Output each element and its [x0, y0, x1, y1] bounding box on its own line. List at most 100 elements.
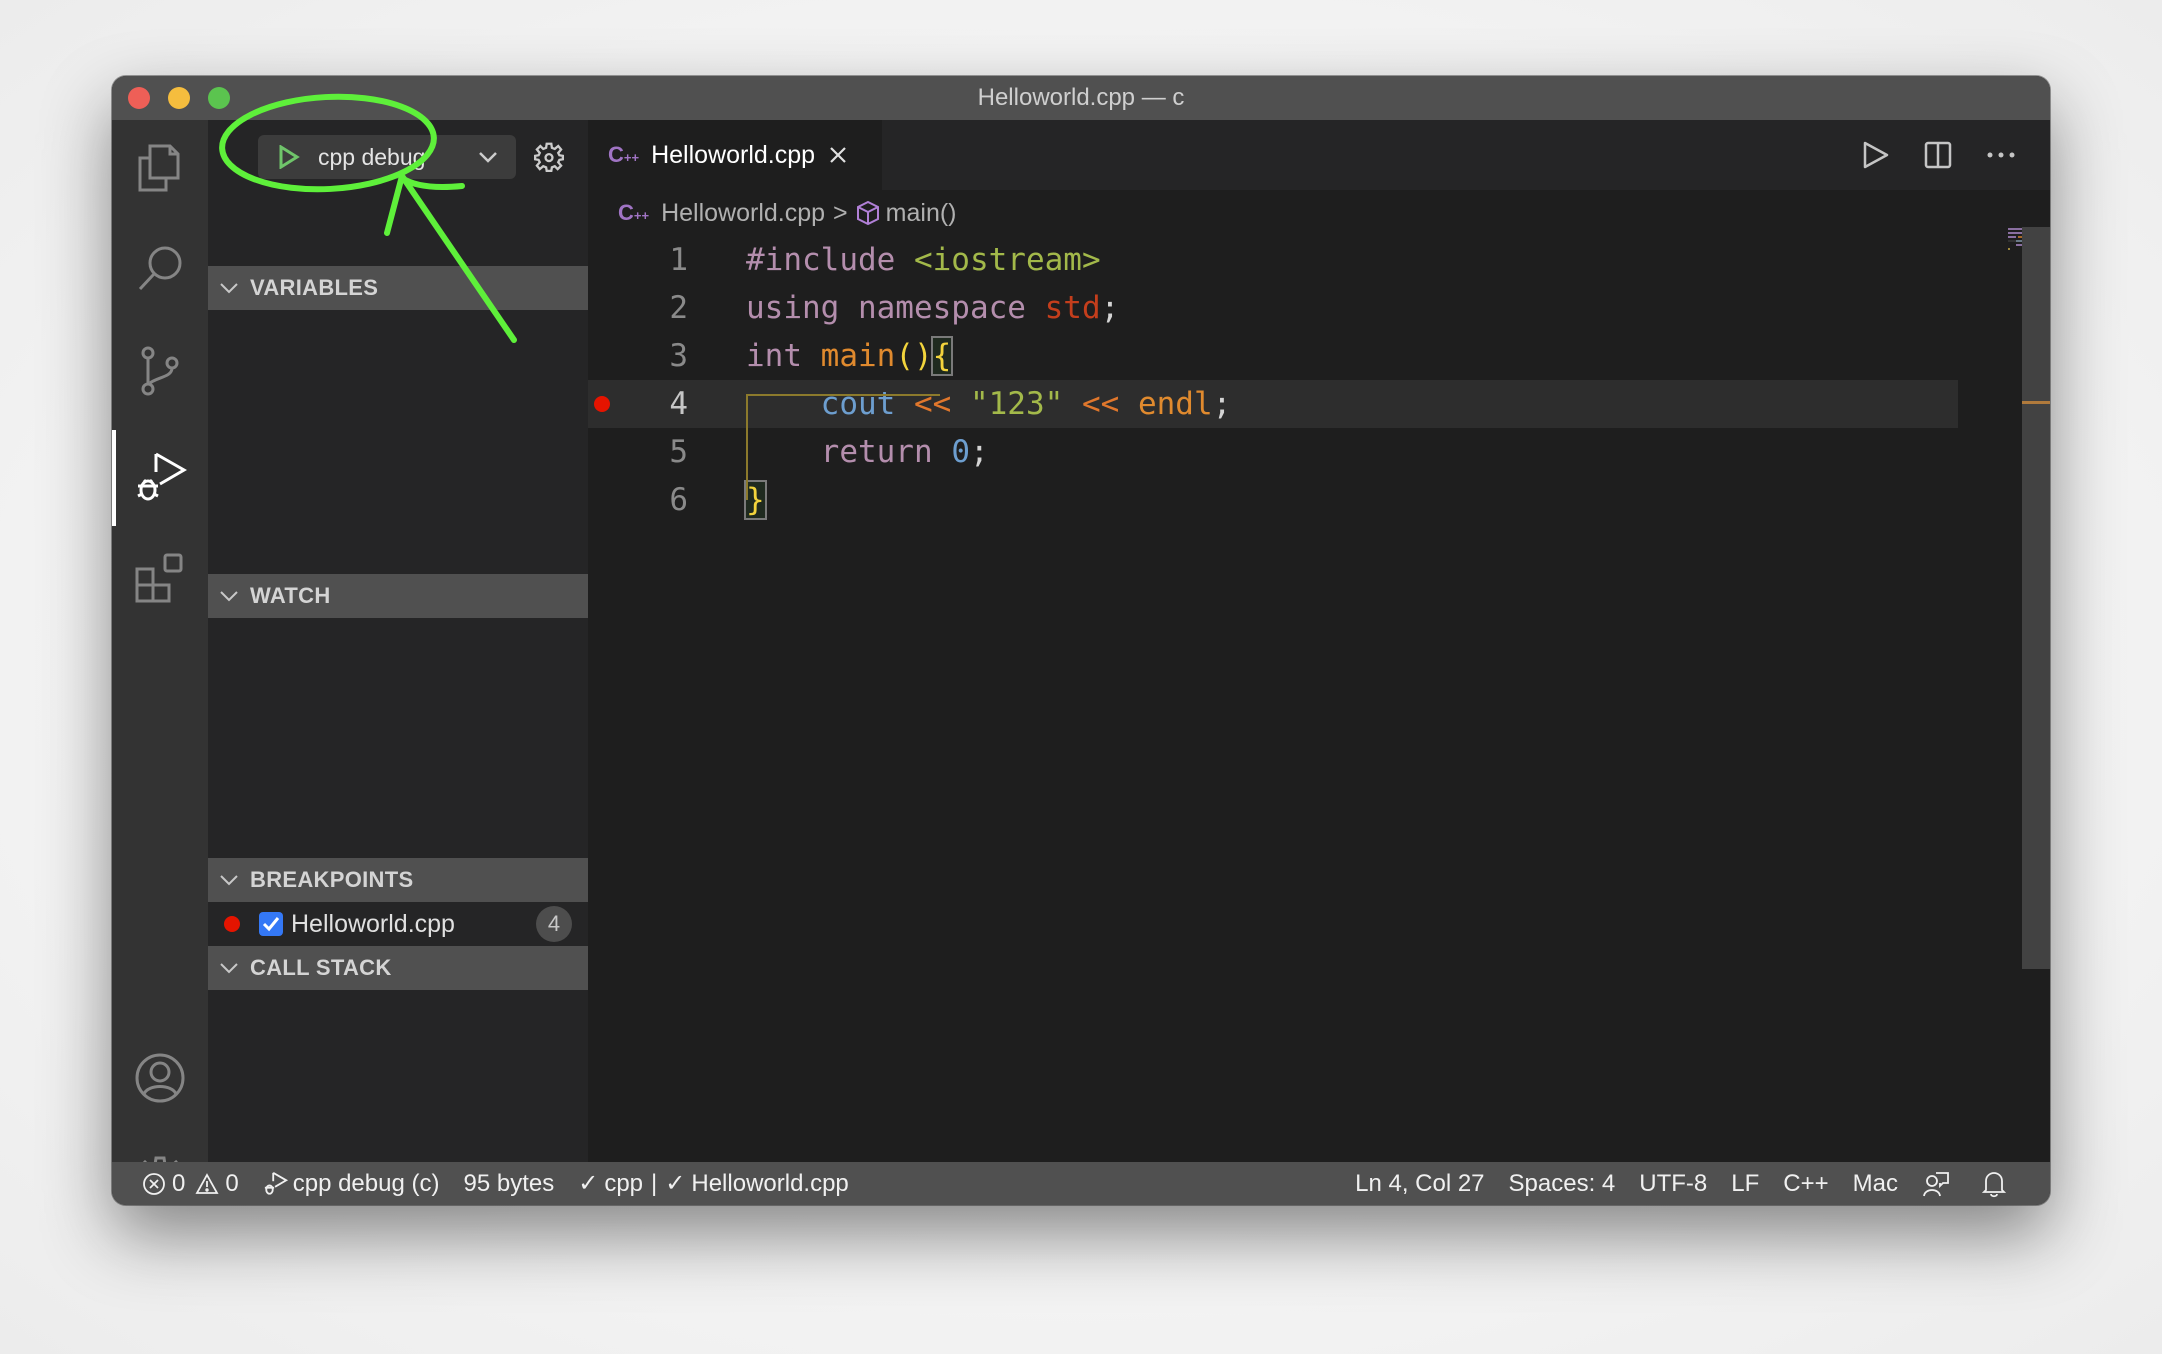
open-launch-json-gear-icon[interactable] — [534, 142, 564, 172]
breakpoint-item[interactable]: Helloworld.cpp 4 — [208, 902, 588, 946]
code-token: cout — [820, 386, 896, 422]
code-token: std — [1044, 290, 1101, 326]
start-debugging-icon[interactable] — [278, 145, 300, 169]
end-of-line[interactable]: LF — [1731, 1170, 1759, 1198]
code-token: return — [820, 434, 952, 470]
line-source: return 0; — [746, 428, 989, 476]
code-token: <iostream> — [913, 242, 1101, 278]
close-tab-icon[interactable] — [829, 146, 847, 164]
breakpoint-enabled-checkbox[interactable] — [259, 912, 283, 936]
tab-label: Helloworld.cpp — [651, 140, 816, 169]
chevron-down-icon — [220, 962, 238, 973]
debug-config-status[interactable]: cpp debug (c) — [263, 1169, 440, 1198]
cursor-position[interactable]: Ln 4, Col 27 — [1355, 1170, 1484, 1198]
breadcrumb-separator: > — [833, 198, 848, 227]
section-watch-label: WATCH — [250, 583, 331, 608]
window-title: Helloworld.cpp — c — [977, 84, 1185, 111]
code-token: ; — [969, 434, 989, 470]
breakpoint-file: Helloworld.cpp — [291, 909, 455, 938]
code-line[interactable]: 6} — [588, 476, 1958, 524]
ellipsis-icon — [1987, 152, 2015, 158]
code-token: main — [820, 338, 896, 374]
code-token: { — [930, 336, 954, 376]
activity-search[interactable] — [112, 220, 208, 316]
breadcrumb-file[interactable]: Helloworld.cpp — [661, 199, 825, 228]
cpp-file-icon: C++ — [608, 142, 640, 167]
vertical-scrollbar[interactable] — [2022, 227, 2050, 969]
warning-icon — [195, 1172, 219, 1194]
debug-icon — [137, 452, 187, 501]
split-editor-icon — [1924, 141, 1952, 169]
code-token: "123" — [969, 386, 1064, 422]
activity-run-and-debug[interactable] — [112, 430, 208, 526]
code-line[interactable]: 5 return 0; — [588, 428, 1958, 476]
code-line[interactable]: 1 #include <iostream> — [588, 236, 1958, 284]
section-variables-label: VARIABLES — [250, 275, 379, 300]
line-source: cout << "123" << endl; — [746, 380, 1232, 428]
line-number: 6 — [669, 482, 688, 518]
activity-explorer[interactable] — [112, 120, 208, 216]
search-icon — [138, 246, 182, 291]
editor-actions — [1862, 120, 2050, 190]
language-status[interactable]: ✓ cpp | ✓ Helloworld.cpp — [578, 1169, 849, 1198]
code-token: endl — [1137, 386, 1213, 422]
breakpoint-gutter-icon[interactable] — [594, 396, 610, 412]
code-token: << — [1063, 386, 1138, 422]
debug-icon — [264, 1171, 288, 1195]
problems-status[interactable]: 0 0 — [142, 1170, 239, 1198]
line-source: #include <iostream> — [746, 236, 1101, 284]
breadcrumb-symbol[interactable]: main() — [886, 199, 957, 228]
encoding[interactable]: UTF-8 — [1639, 1170, 1707, 1198]
code-token: ; — [1100, 290, 1120, 326]
account-icon — [135, 1053, 185, 1103]
code-token: using namespace — [746, 290, 1045, 326]
code-line[interactable]: 2 using namespace std; — [588, 284, 1958, 332]
notifications-bell-icon[interactable] — [1982, 1170, 2006, 1198]
more-actions-button[interactable] — [1986, 151, 2016, 159]
line-number: 3 — [669, 338, 688, 374]
section-variables[interactable]: VARIABLES — [208, 266, 588, 310]
code-token: () — [895, 338, 933, 374]
error-count: 0 — [172, 1169, 186, 1197]
tab-helloworld-cpp[interactable]: C++ Helloworld.cpp — [588, 120, 882, 190]
symbol-method-icon — [856, 200, 879, 226]
line-number: 5 — [669, 434, 688, 470]
breakpoint-dot-icon — [224, 916, 240, 932]
debug-config-status-label: cpp debug (c) — [292, 1169, 440, 1197]
feedback-icon[interactable] — [1922, 1170, 1950, 1198]
debug-config-dropdown[interactable]: cpp debug — [258, 135, 516, 179]
code-token: 0 — [951, 434, 970, 470]
line-source: } — [744, 476, 767, 524]
section-watch[interactable]: WATCH — [208, 574, 588, 618]
section-call-stack-label: CALL STACK — [250, 955, 392, 980]
split-editor-button[interactable] — [1924, 141, 1952, 169]
chevron-down-icon — [220, 874, 238, 885]
section-call-stack[interactable]: CALL STACK — [208, 946, 588, 990]
run-file-button[interactable] — [1862, 140, 1890, 170]
line-source: using namespace std; — [746, 284, 1119, 332]
checkmark-icon — [262, 917, 280, 932]
breadcrumb: C++ Helloworld.cpp > main() — [588, 190, 2050, 236]
code-token: } — [744, 480, 767, 520]
debug-config-name: cpp debug — [318, 143, 426, 170]
file-status-label: Helloworld.cpp — [691, 1169, 849, 1197]
chevron-down-icon — [220, 590, 238, 601]
code-line[interactable]: 4 cout << "123" << endl; — [588, 380, 1958, 428]
activity-accounts[interactable] — [112, 1030, 208, 1126]
line-number: 4 — [669, 386, 688, 422]
activity-source-control[interactable] — [112, 323, 208, 419]
code-line[interactable]: 3 int main(){ — [588, 332, 1958, 380]
line-number: 1 — [669, 242, 688, 278]
indentation[interactable]: Spaces: 4 — [1509, 1170, 1616, 1198]
section-breakpoints[interactable]: BREAKPOINTS — [208, 858, 588, 902]
editor-area: C++ Helloworld.cpp C++ Helloworld.cpp > — [588, 120, 2050, 1162]
language-mode[interactable]: C++ — [1783, 1170, 1828, 1198]
line-source: int main(){ — [746, 332, 954, 380]
platform-config[interactable]: Mac — [1853, 1170, 1898, 1198]
status-separator: | — [651, 1169, 658, 1197]
cpp-file-icon: C++ — [618, 200, 650, 225]
code-token: #include — [746, 242, 914, 278]
activity-extensions[interactable] — [112, 530, 208, 626]
